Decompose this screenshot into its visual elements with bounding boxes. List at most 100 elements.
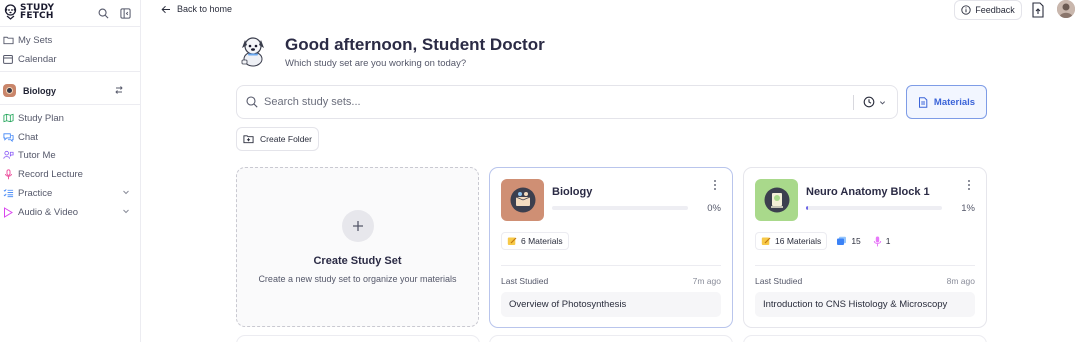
logo-text: STUDY FETCH: [20, 4, 54, 21]
greeting-title: Good afternoon, Student Doctor: [285, 35, 545, 54]
materials-button[interactable]: Materials: [906, 85, 987, 119]
progress-percent: 0%: [707, 203, 721, 214]
search-icon[interactable]: [96, 6, 110, 20]
app: STUDY FETCH My Sets Calendar Biology Stu…: [0, 0, 1080, 342]
microphone-icon: [873, 236, 881, 246]
create-study-set-subtitle: Create a new study set to organize your …: [258, 274, 457, 284]
sidebar-item-label: Tutor Me: [18, 149, 56, 161]
sidebar-divider: [0, 104, 141, 105]
note-icon: [507, 237, 517, 245]
folder-plus-icon: [243, 135, 254, 144]
materials-chip: 6 Materials: [501, 232, 569, 250]
last-studied-item[interactable]: Overview of Photosynthesis: [501, 292, 721, 317]
study-set-card[interactable]: [489, 335, 733, 342]
list-icon: [2, 187, 14, 199]
current-set-selector[interactable]: Biology: [0, 82, 141, 99]
sidebar: STUDY FETCH My Sets Calendar Biology Stu…: [0, 0, 141, 342]
create-study-set-title: Create Study Set: [313, 255, 402, 267]
search-icon: [246, 96, 258, 108]
play-icon: [2, 206, 14, 218]
study-set-card[interactable]: [236, 335, 480, 342]
back-to-home-link[interactable]: Back to home: [161, 4, 232, 14]
dog-mascot-icon: [241, 37, 264, 67]
sidebar-divider: [0, 26, 141, 27]
sidebar-item-study-plan[interactable]: Study Plan: [0, 109, 141, 127]
search-divider: [853, 95, 854, 110]
back-label: Back to home: [177, 4, 233, 14]
dog-logo-icon: [4, 4, 17, 20]
create-folder-label: Create Folder: [260, 134, 312, 144]
chevron-down-icon: [879, 100, 886, 104]
upload-document-icon[interactable]: [1031, 2, 1045, 18]
greeting-subtitle: Which study set are you working on today…: [285, 58, 467, 69]
last-studied-item[interactable]: Introduction to CNS Histology & Microsco…: [755, 292, 975, 317]
flashcards-chip: 15: [833, 232, 863, 250]
study-set-card-neuro-anatomy[interactable]: Neuro Anatomy Block 1 1% 16 Materials 15…: [743, 167, 987, 328]
study-set-thumbnail: [755, 179, 798, 221]
microphone-icon: [2, 168, 14, 180]
tutor-icon: [2, 149, 14, 161]
document-icon: [918, 96, 928, 108]
chip-label: 1: [885, 236, 891, 246]
logo-line-2: FETCH: [20, 11, 54, 21]
search-bar: [236, 85, 898, 119]
sidebar-item-practice[interactable]: Practice: [0, 184, 141, 202]
sidebar-item-record-lecture[interactable]: Record Lecture: [0, 165, 141, 183]
logo[interactable]: STUDY FETCH: [4, 4, 54, 21]
sidebar-item-label: My Sets: [18, 34, 53, 46]
sidebar-item-label: Calendar: [18, 53, 57, 65]
material-chips: 6 Materials: [501, 232, 569, 250]
collapse-sidebar-icon[interactable]: [118, 6, 132, 20]
more-vertical-icon[interactable]: [966, 179, 972, 191]
last-studied-label: Last Studied: [501, 276, 549, 286]
chevron-down-icon: [123, 190, 129, 195]
sidebar-item-label: Record Lecture: [18, 168, 83, 180]
search-input[interactable]: [264, 96, 834, 108]
sidebar-item-my-sets[interactable]: My Sets: [0, 31, 141, 49]
create-study-set-card[interactable]: Create Study Set Create a new study set …: [236, 167, 479, 327]
last-studied-time: 7m ago: [692, 276, 721, 286]
sidebar-item-calendar[interactable]: Calendar: [0, 50, 141, 68]
sidebar-item-label: Chat: [18, 131, 39, 143]
card-divider: [755, 265, 975, 266]
study-set-title: Neuro Anatomy Block 1: [806, 186, 930, 198]
recent-sort-dropdown[interactable]: [863, 96, 886, 108]
map-icon: [2, 112, 14, 124]
chip-label: 15: [851, 236, 861, 246]
progress-fill: [806, 206, 809, 210]
card-divider: [501, 265, 721, 266]
material-chips: 16 Materials 15 1: [755, 232, 894, 250]
recordings-chip: 1: [870, 232, 894, 250]
info-icon: [961, 5, 971, 15]
materials-chip: 16 Materials: [755, 232, 828, 250]
feedback-button[interactable]: Feedback: [954, 0, 1022, 20]
progress-bar: [806, 206, 942, 210]
last-studied-time: 8m ago: [946, 276, 975, 286]
swap-icon[interactable]: [114, 85, 124, 95]
create-folder-button[interactable]: Create Folder: [236, 127, 319, 151]
chip-label: 6 Materials: [521, 236, 563, 246]
chip-label: 16 Materials: [775, 236, 822, 246]
chat-icon: [2, 131, 14, 143]
sidebar-item-chat[interactable]: Chat: [0, 128, 141, 146]
note-icon: [761, 237, 771, 245]
sidebar-item-audio-video[interactable]: Audio & Video: [0, 203, 141, 221]
study-set-title: Biology: [552, 186, 593, 198]
sidebar-item-label: Study Plan: [18, 112, 64, 124]
arrow-left-icon: [161, 5, 170, 13]
study-set-card[interactable]: [743, 335, 987, 342]
calendar-icon: [2, 53, 14, 65]
current-set-label: Biology: [23, 85, 56, 96]
plus-icon: [342, 210, 374, 242]
folder-icon: [2, 34, 14, 46]
progress-bar: [552, 206, 688, 210]
more-vertical-icon[interactable]: [712, 179, 718, 191]
clock-icon: [863, 96, 875, 108]
feedback-label: Feedback: [975, 5, 1015, 15]
chevron-down-icon: [123, 209, 129, 214]
sidebar-item-label: Audio & Video: [18, 206, 79, 218]
sidebar-item-tutor-me[interactable]: Tutor Me: [0, 146, 141, 164]
study-set-card-biology[interactable]: Biology 0% 6 Materials Last Studied 7m a…: [489, 167, 733, 328]
sidebar-divider: [0, 71, 141, 72]
user-avatar[interactable]: [1057, 0, 1075, 18]
